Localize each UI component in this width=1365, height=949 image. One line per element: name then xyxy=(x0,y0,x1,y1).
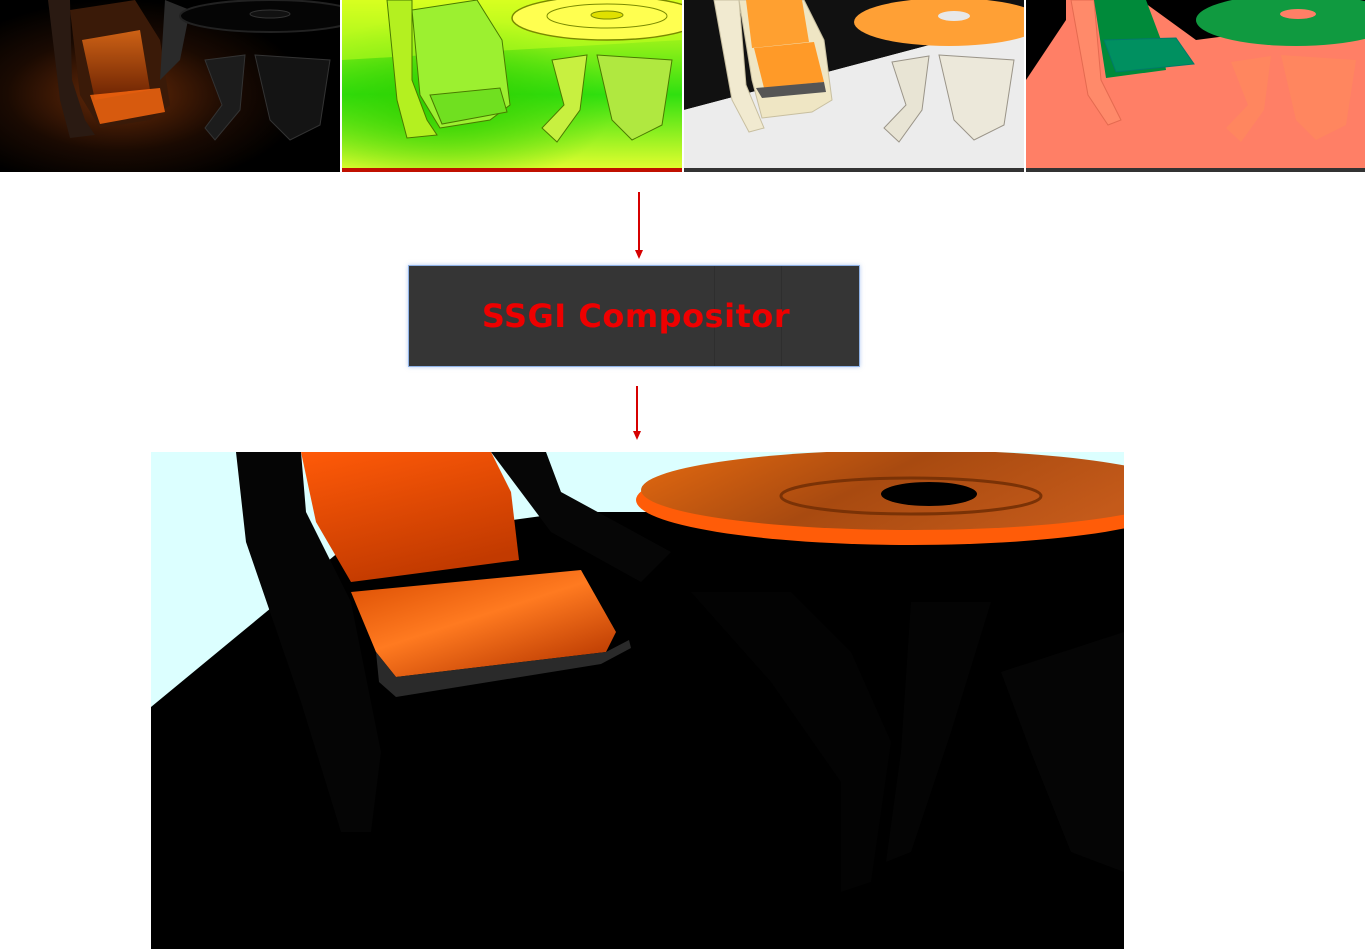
down-arrow-icon xyxy=(634,192,644,260)
down-arrow-icon xyxy=(632,386,642,442)
output-composited-render xyxy=(151,452,1124,949)
input-pass-indirect-lighting xyxy=(0,0,340,172)
input-pass-object-id xyxy=(1026,0,1365,172)
input-pass-normal xyxy=(342,0,682,172)
input-pass-albedo xyxy=(684,0,1024,172)
compositor-label: SSGI Compositor xyxy=(481,297,791,335)
ssgi-compositor-node: SSGI Compositor xyxy=(408,265,860,367)
